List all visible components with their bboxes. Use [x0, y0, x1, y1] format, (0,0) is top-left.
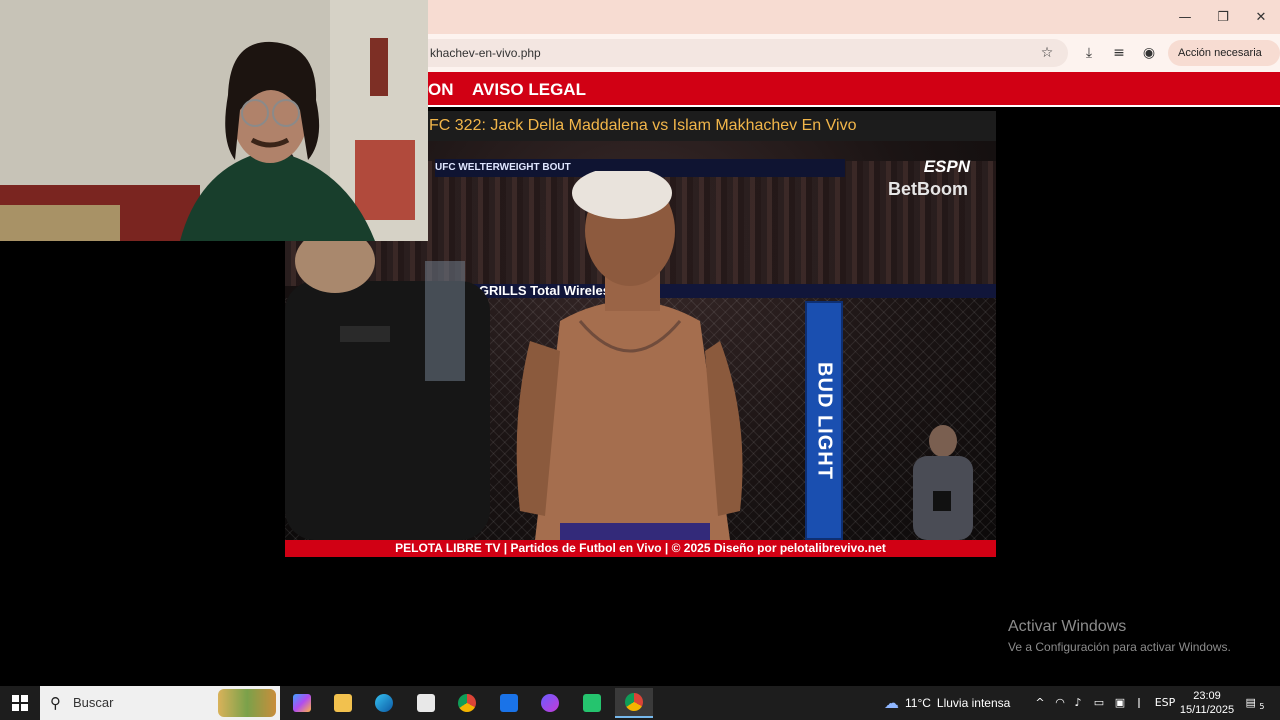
browser-titlebar: — ❐ ✕	[428, 0, 1280, 34]
taskbar: ⚲ Buscar ☁ 11°C Lluvia intensa ^ ◠ ♪ ▭ ▣…	[0, 686, 1280, 720]
camera-icon[interactable]: ▣	[1111, 686, 1129, 720]
nav-item-partial[interactable]: ON	[428, 72, 454, 107]
edge-icon[interactable]	[365, 688, 403, 718]
windows-logo-icon	[12, 695, 28, 711]
browser-toolbar: khachev-en-vivo.php ☆ ⤓ ≡ ◉ Acción neces…	[428, 34, 1280, 85]
weather-desc: Lluvia intensa	[936, 696, 1011, 710]
rain-cloud-icon: ☁	[884, 694, 899, 712]
espn-logo: ESPN	[923, 157, 970, 176]
volume-icon[interactable]: ♪	[1070, 686, 1086, 720]
battery-icon[interactable]: ▭	[1090, 686, 1108, 720]
chrome-active-icon[interactable]	[615, 688, 653, 718]
start-button[interactable]	[0, 686, 40, 720]
search-highlight-image	[218, 689, 276, 717]
close-button[interactable]: ✕	[1242, 0, 1280, 34]
app-icon[interactable]	[573, 688, 611, 718]
photographer-figure	[913, 425, 973, 540]
messenger-icon[interactable]	[531, 688, 569, 718]
profile-icon[interactable]: ◉	[1138, 42, 1160, 64]
star-icon[interactable]: ☆	[1036, 42, 1058, 64]
restore-button[interactable]: ❐	[1204, 0, 1242, 34]
chevron-up-icon[interactable]: ^	[1032, 686, 1048, 720]
notification-icon: ▤	[1245, 696, 1256, 709]
action-needed-button[interactable]: Acción necesaria ⋮	[1168, 40, 1280, 85]
url-text: khachev-en-vivo.php	[430, 46, 541, 60]
outlook-icon[interactable]	[490, 688, 528, 718]
notification-count: 5	[1259, 702, 1265, 712]
address-bar[interactable]: khachev-en-vivo.php ☆	[428, 39, 1068, 67]
page-title-bar: FC 322: Jack Della Maddalena vs Islam Ma…	[428, 111, 996, 141]
weather-widget[interactable]: ☁ 11°C Lluvia intensa	[884, 686, 1010, 720]
cage-pillar: BUD LIGHT	[805, 301, 843, 540]
referee-figure	[285, 241, 490, 540]
footer-text: PELOTA LIBRE TV | Partidos de Futbol en …	[395, 541, 886, 555]
nav-item-aviso-legal[interactable]: AVISO LEGAL	[472, 72, 586, 107]
store-icon[interactable]	[407, 688, 445, 718]
page-title: FC 322: Jack Della Maddalena vs Islam Ma…	[429, 117, 857, 134]
clock[interactable]: 23:09 15/11/2025	[1178, 689, 1236, 717]
site-footer: PELOTA LIBRE TV | Partidos de Futbol en …	[285, 540, 996, 557]
activation-watermark-title: Activar Windows	[1008, 618, 1127, 635]
webcam-overlay	[0, 0, 428, 241]
search-icon: ⚲	[50, 694, 61, 712]
minimize-button[interactable]: —	[1166, 0, 1204, 34]
action-needed-label: Acción necesaria	[1178, 47, 1262, 59]
copilot-icon[interactable]	[283, 688, 321, 718]
site-nav: ON AVISO LEGAL	[428, 72, 1280, 107]
desktop: — ❐ ✕ khachev-en-vivo.php ☆ ⤓ ≡ ◉ Acción…	[0, 0, 1280, 720]
taskbar-search[interactable]: ⚲ Buscar	[40, 686, 280, 720]
betboom-logo: BetBoom	[888, 179, 968, 199]
microphone-icon[interactable]: ǀ	[1131, 686, 1147, 720]
network-icon[interactable]: ◠	[1052, 686, 1068, 720]
webcam-feed	[0, 0, 428, 241]
clock-date: 15/11/2025	[1179, 704, 1235, 716]
activation-watermark-subtitle: Ve a Configuración para activar Windows.	[1008, 640, 1231, 654]
media-control-icon[interactable]: ≡	[1108, 42, 1130, 64]
download-icon[interactable]: ⤓	[1078, 42, 1100, 64]
language-indicator[interactable]: ESP	[1152, 686, 1178, 720]
search-placeholder: Buscar	[73, 695, 114, 710]
notification-center-button[interactable]: ▤ 5	[1242, 686, 1268, 720]
file-explorer-icon[interactable]	[324, 688, 362, 718]
fighter-figure	[516, 171, 743, 540]
clock-time: 23:09	[1193, 690, 1221, 702]
chrome-icon[interactable]	[448, 688, 486, 718]
weather-temp: 11°C	[905, 696, 931, 710]
